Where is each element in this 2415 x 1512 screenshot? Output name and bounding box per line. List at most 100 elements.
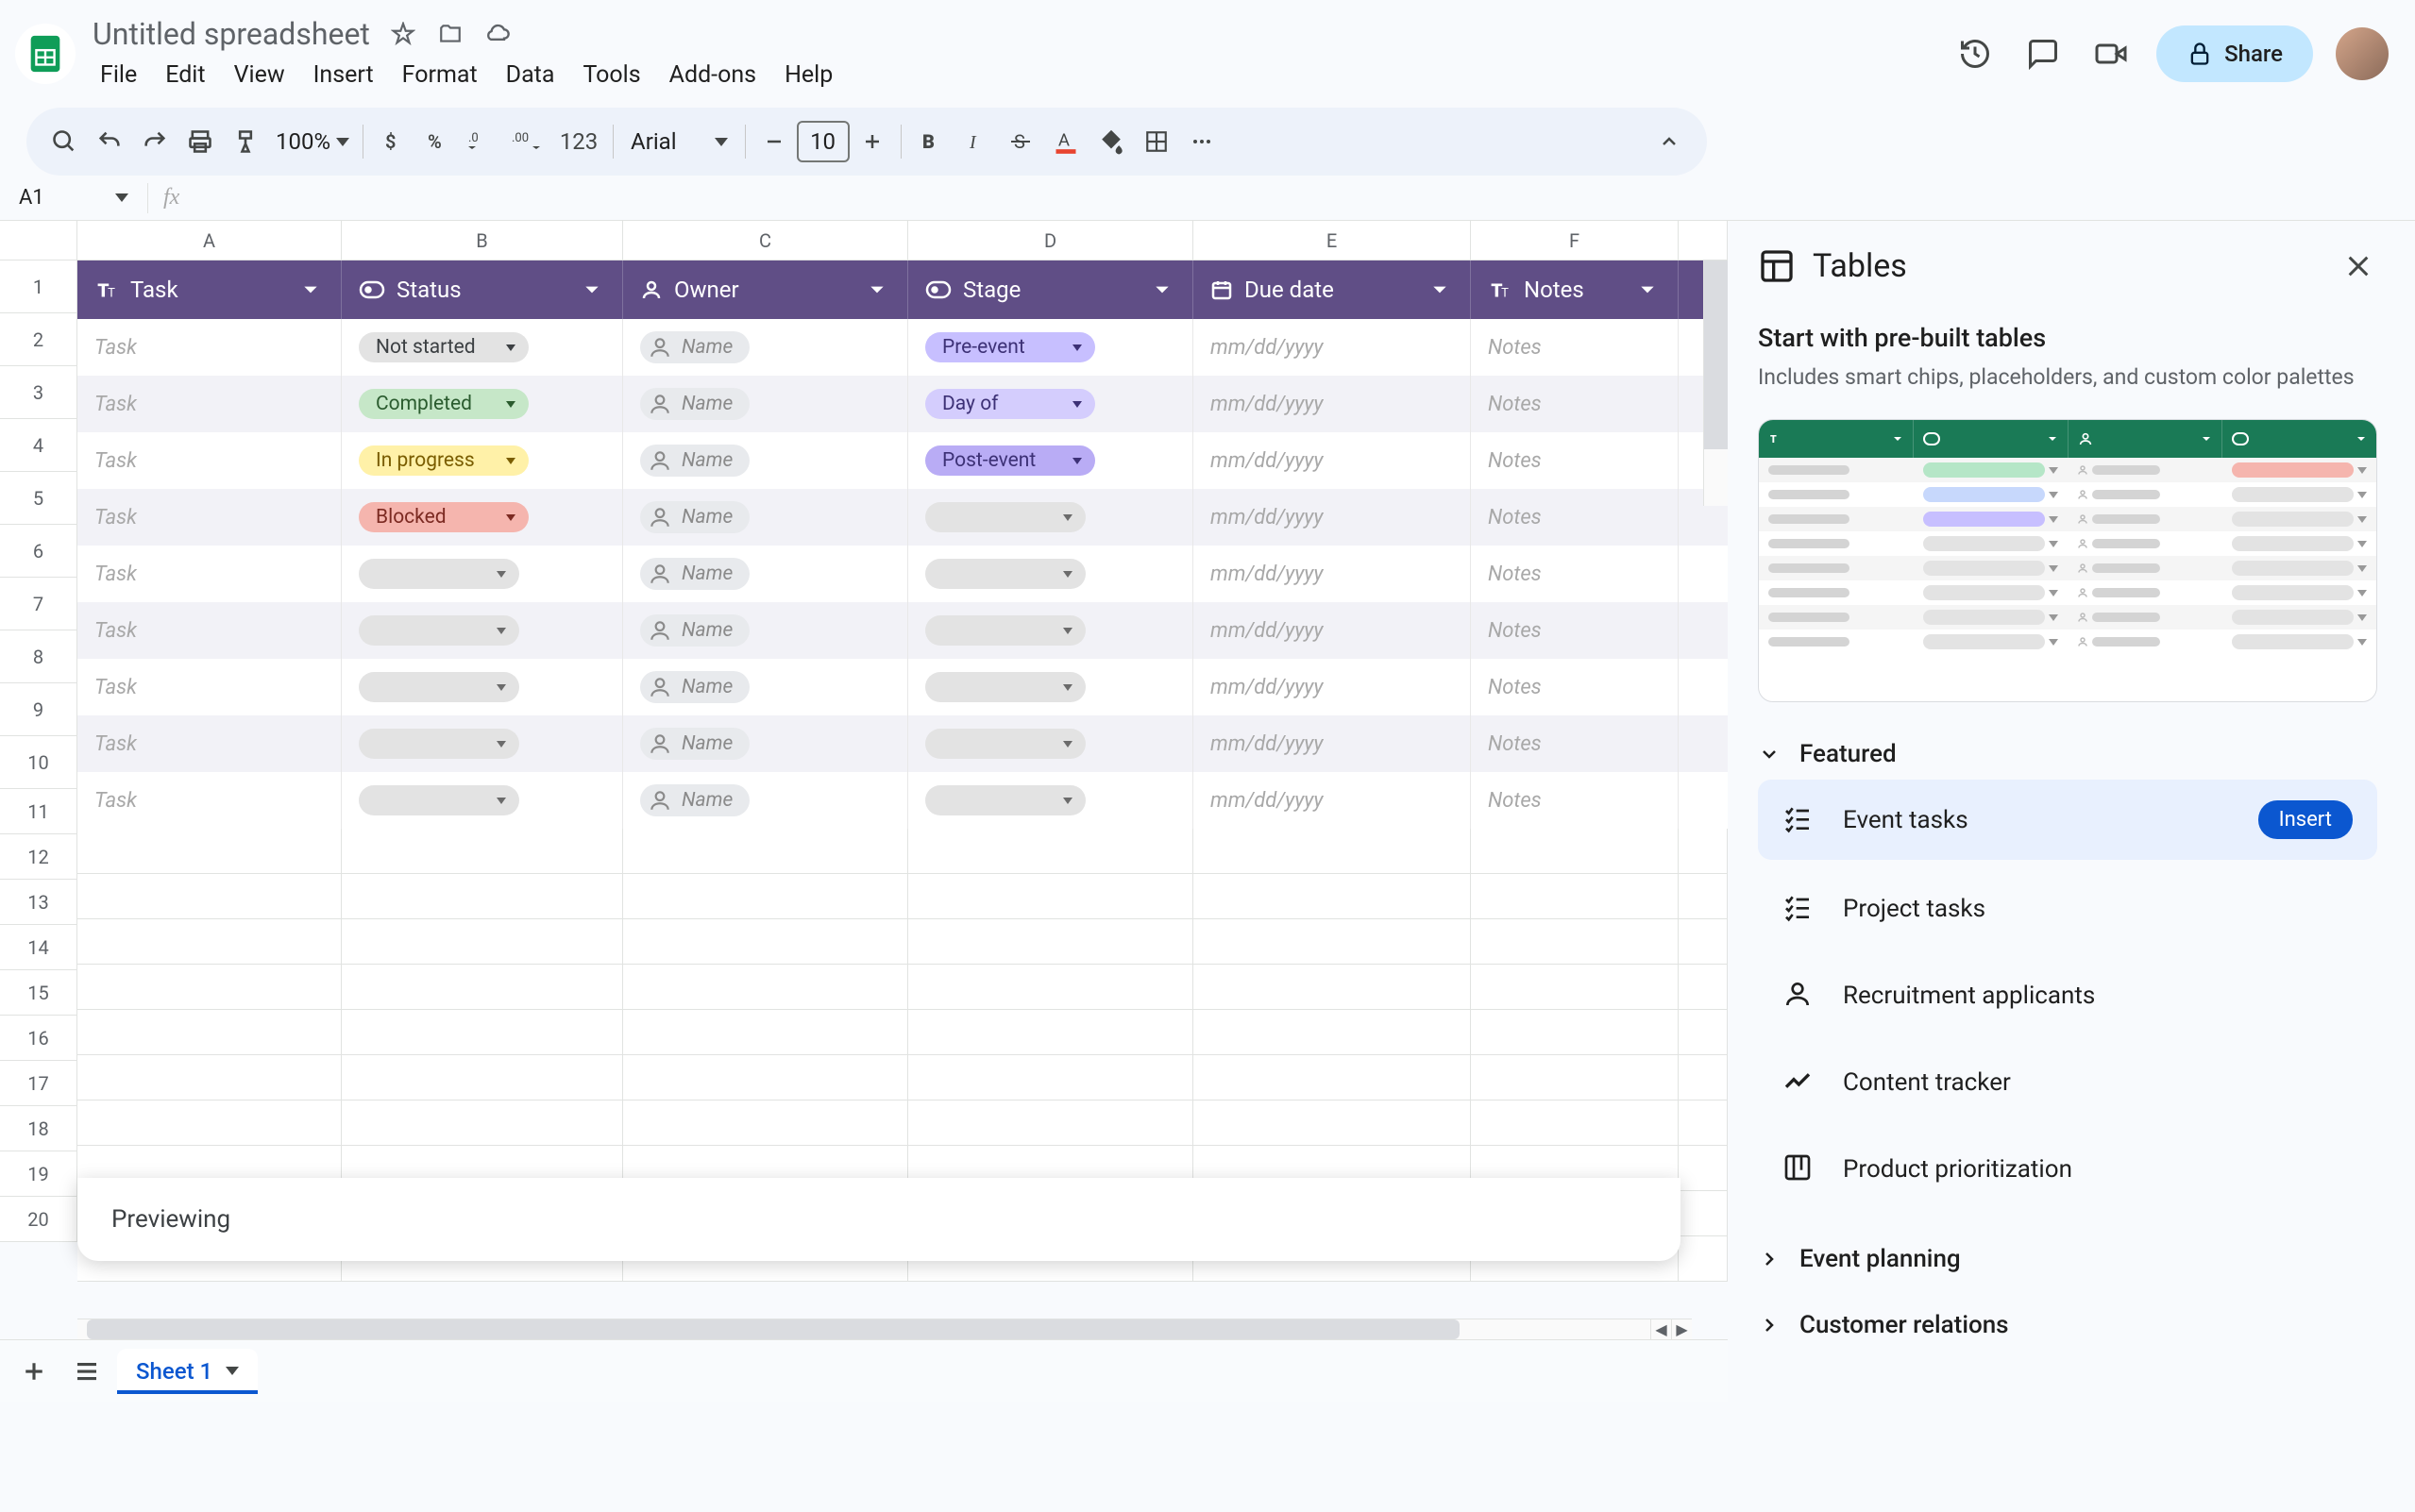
status-chip[interactable]: In progress <box>359 445 529 476</box>
font-select[interactable]: Arial <box>619 128 739 155</box>
cell[interactable] <box>1471 874 1679 919</box>
stage-chip[interactable]: Day of <box>925 389 1095 419</box>
cell[interactable] <box>1193 965 1471 1010</box>
notes-cell[interactable]: Notes <box>1471 602 1679 659</box>
row-header[interactable]: 17 <box>0 1061 77 1106</box>
text-color-icon[interactable]: A <box>1043 119 1089 164</box>
cell[interactable] <box>342 1100 623 1146</box>
stage-chip-empty[interactable] <box>925 785 1086 815</box>
cell[interactable] <box>77 965 342 1010</box>
chevron-down-icon[interactable] <box>297 277 324 303</box>
owner-chip[interactable]: Name <box>640 784 750 816</box>
status-cell[interactable]: Completed <box>342 376 623 432</box>
sheets-logo[interactable] <box>15 24 76 84</box>
stage-cell[interactable] <box>908 715 1193 772</box>
stage-chip-empty[interactable] <box>925 672 1086 702</box>
row-header[interactable]: 20 <box>0 1197 77 1242</box>
cell[interactable] <box>342 1010 623 1055</box>
row-header[interactable]: 12 <box>0 834 77 880</box>
owner-chip[interactable]: Name <box>640 388 750 420</box>
col-header[interactable]: F <box>1471 221 1679 260</box>
notes-cell[interactable]: Notes <box>1471 772 1679 829</box>
decrease-decimal-icon[interactable]: .0 <box>460 119 505 164</box>
increase-decimal-icon[interactable]: .00 <box>505 119 550 164</box>
owner-cell[interactable]: Name <box>623 715 908 772</box>
task-cell[interactable]: Task <box>77 715 342 772</box>
cell[interactable] <box>77 1010 342 1055</box>
percent-icon[interactable]: % <box>414 119 460 164</box>
all-sheets-icon[interactable] <box>64 1349 110 1394</box>
owner-cell[interactable]: Name <box>623 546 908 602</box>
task-cell[interactable]: Task <box>77 602 342 659</box>
row-header[interactable]: 1 <box>0 260 77 313</box>
cell[interactable] <box>1471 1100 1679 1146</box>
cell[interactable] <box>623 829 908 874</box>
due-date-cell[interactable]: mm/dd/yyyy <box>1193 432 1471 489</box>
cell[interactable] <box>1471 1010 1679 1055</box>
cell[interactable] <box>623 1100 908 1146</box>
task-cell[interactable]: Task <box>77 376 342 432</box>
cell[interactable] <box>908 1100 1193 1146</box>
cell[interactable] <box>623 1055 908 1100</box>
task-cell[interactable]: Task <box>77 772 342 829</box>
due-date-cell[interactable]: mm/dd/yyyy <box>1193 319 1471 376</box>
chevron-down-icon[interactable] <box>1634 277 1661 303</box>
search-icon[interactable] <box>42 119 87 164</box>
cloud-icon[interactable] <box>483 20 512 48</box>
col-header[interactable]: E <box>1193 221 1471 260</box>
owner-cell[interactable]: Name <box>623 659 908 715</box>
cell[interactable] <box>77 1055 342 1100</box>
status-chip-empty[interactable] <box>359 729 519 759</box>
cell[interactable] <box>908 919 1193 965</box>
menu-tools[interactable]: Tools <box>569 56 653 94</box>
stage-chip[interactable]: Pre-event <box>925 332 1095 362</box>
status-chip-empty[interactable] <box>359 615 519 646</box>
owner-cell[interactable]: Name <box>623 602 908 659</box>
status-cell[interactable] <box>342 715 623 772</box>
status-cell[interactable] <box>342 602 623 659</box>
zoom-select[interactable]: 100% <box>268 128 357 155</box>
notes-cell[interactable]: Notes <box>1471 546 1679 602</box>
due-date-cell[interactable]: mm/dd/yyyy <box>1193 715 1471 772</box>
task-cell[interactable]: Task <box>77 319 342 376</box>
row-header[interactable]: 6 <box>0 525 77 578</box>
status-chip-empty[interactable] <box>359 672 519 702</box>
template-event-tasks[interactable]: Event tasksInsert <box>1758 780 2377 860</box>
stage-chip[interactable]: Post-event <box>925 445 1095 476</box>
font-size-input[interactable]: 10 <box>797 121 850 162</box>
stage-chip-empty[interactable] <box>925 615 1086 646</box>
cell[interactable] <box>77 829 342 874</box>
stage-cell[interactable] <box>908 772 1193 829</box>
owner-chip[interactable]: Name <box>640 331 750 363</box>
featured-section[interactable]: Featured <box>1758 740 2377 768</box>
add-sheet-icon[interactable] <box>11 1349 57 1394</box>
cell[interactable] <box>342 874 623 919</box>
row-header[interactable]: 2 <box>0 313 77 366</box>
due-date-cell[interactable]: mm/dd/yyyy <box>1193 659 1471 715</box>
notes-cell[interactable]: Notes <box>1471 432 1679 489</box>
horizontal-scrollbar[interactable]: ◀▶ <box>77 1319 1692 1339</box>
row-header[interactable]: 18 <box>0 1106 77 1151</box>
cell[interactable] <box>623 874 908 919</box>
stage-cell[interactable] <box>908 546 1193 602</box>
owner-chip[interactable]: Name <box>640 445 750 477</box>
row-header[interactable]: 13 <box>0 880 77 925</box>
chevron-down-icon[interactable] <box>579 277 605 303</box>
row-header[interactable]: 19 <box>0 1151 77 1197</box>
number-format[interactable]: 123 <box>550 119 607 164</box>
cell[interactable] <box>908 965 1193 1010</box>
menu-insert[interactable]: Insert <box>300 56 387 94</box>
owner-chip[interactable]: Name <box>640 671 750 703</box>
chevron-down-icon[interactable] <box>864 277 890 303</box>
stage-cell[interactable]: Day of <box>908 376 1193 432</box>
cell[interactable] <box>342 1055 623 1100</box>
task-cell[interactable]: Task <box>77 659 342 715</box>
cell[interactable] <box>77 1100 342 1146</box>
notes-cell[interactable]: Notes <box>1471 489 1679 546</box>
owner-cell[interactable]: Name <box>623 319 908 376</box>
status-chip[interactable]: Not started <box>359 332 529 362</box>
task-cell[interactable]: Task <box>77 489 342 546</box>
row-header[interactable]: 16 <box>0 1016 77 1061</box>
task-cell[interactable]: Task <box>77 432 342 489</box>
task-cell[interactable]: Task <box>77 546 342 602</box>
